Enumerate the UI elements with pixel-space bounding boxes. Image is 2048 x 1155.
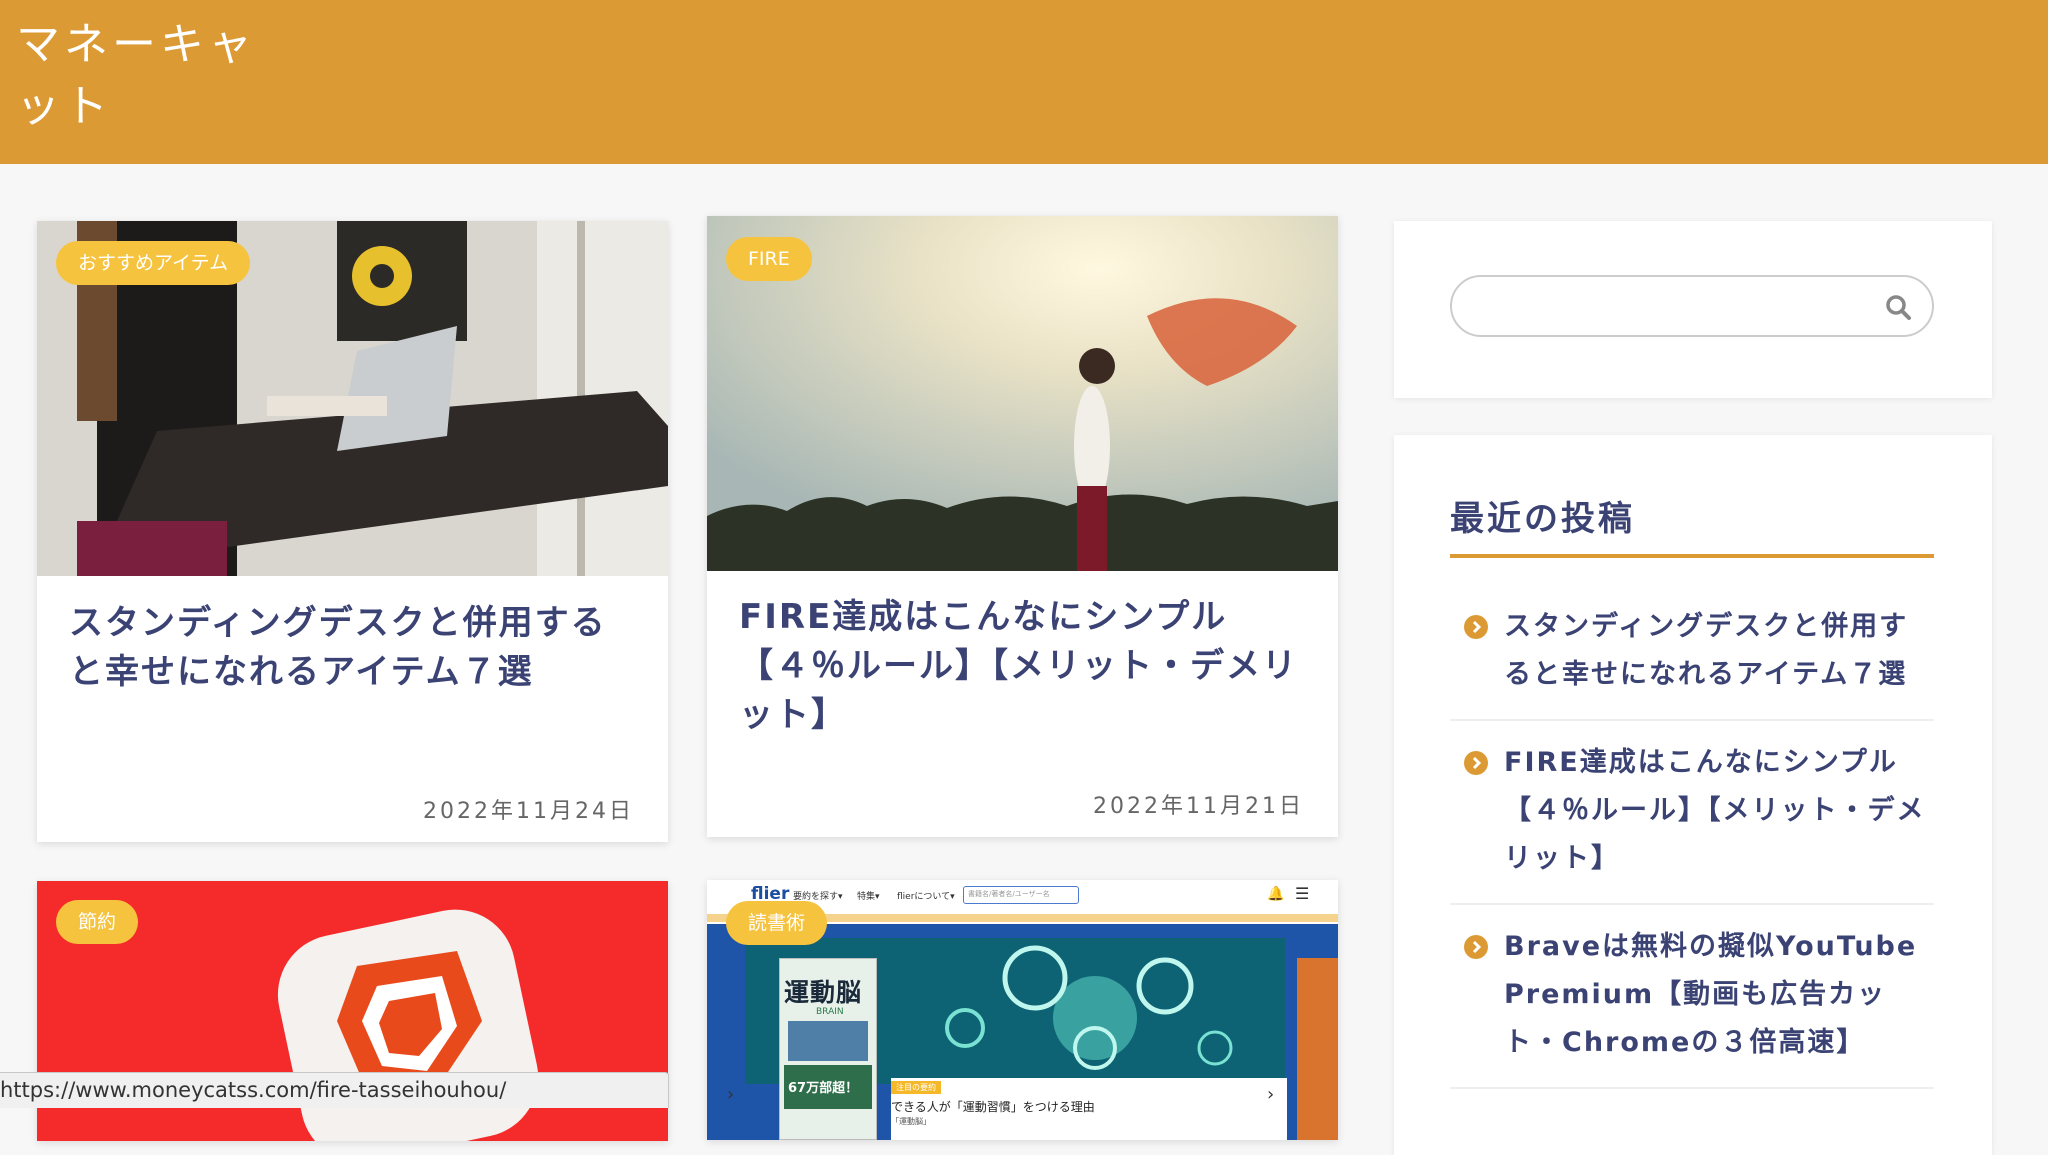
nav-item: flierについて▾: [897, 892, 955, 902]
search-icon[interactable]: [1884, 293, 1912, 321]
category-badge[interactable]: おすすめアイテム: [56, 241, 251, 285]
carousel-next-icon: ›: [1267, 1084, 1275, 1105]
post-title[interactable]: FIRE達成はこんなにシンプル【４％ルール】【メリット・デメリット】: [739, 593, 1310, 740]
category-badge[interactable]: FIRE: [726, 237, 812, 281]
post-date: 2022年11月21日: [1093, 794, 1304, 819]
post-card[interactable]: FIRE FIRE達成はこんなにシンプル【４％ルール】【メリット・デメリット】 …: [707, 216, 1338, 837]
recent-post-link[interactable]: スタンディングデスクと併用すると幸せになれるアイテム７選: [1504, 603, 1934, 699]
caption-sub: 「運動脳」: [891, 1117, 931, 1126]
post-title[interactable]: スタンディングデスクと併用すると幸せになれるアイテム７選: [69, 599, 640, 697]
caption-tag: 注目の要約: [891, 1081, 941, 1094]
recent-posts-list: スタンディングデスクと併用すると幸せになれるアイテム７選 FIRE達成はこんなに…: [1450, 585, 1934, 1089]
book-cover: 運動脳 BRAIN 67万部超！: [779, 958, 877, 1140]
list-item: Braveは無料の擬似YouTube Premium【動画も広告カット・Chro…: [1450, 905, 1934, 1089]
chevron-right-icon: [1464, 751, 1488, 775]
status-bar-url: https://www.moneycatss.com/fire-tasseiho…: [0, 1072, 669, 1108]
site-title[interactable]: マネーキャット: [16, 14, 296, 138]
list-item: スタンディングデスクと併用すると幸せになれるアイテム７選: [1450, 585, 1934, 721]
recent-posts-widget: 最近の投稿 スタンディングデスクと併用すると幸せになれるアイテム７選 FIRE達…: [1394, 435, 1992, 1155]
nav-item: 特集▾: [857, 892, 880, 902]
list-item: FIRE達成はこんなにシンプル【４％ルール】【メリット・デメリット】: [1450, 721, 1934, 905]
recent-post-link[interactable]: Braveは無料の擬似YouTube Premium【動画も広告カット・Chro…: [1504, 923, 1934, 1067]
chevron-right-icon: [1464, 615, 1488, 639]
category-badge[interactable]: 節約: [56, 900, 139, 944]
carousel-prev-icon: ›: [727, 1084, 735, 1105]
post-card[interactable]: おすすめアイテム スタンディングデスクと併用すると幸せになれるアイテム７選 20…: [37, 221, 668, 842]
menu-icon: ☰: [1295, 884, 1310, 903]
site-header: マネーキャット: [0, 0, 2048, 164]
search-widget: [1394, 221, 1992, 398]
chevron-right-icon: [1464, 935, 1488, 959]
search-input[interactable]: [1470, 285, 1874, 327]
post-card[interactable]: flier 要約を探す▾ 特集▾ flierについて▾ 書籍名/著者名/ユーザー…: [707, 880, 1338, 1140]
bell-icon: 🔔: [1267, 886, 1285, 902]
category-badge[interactable]: 読書術: [726, 901, 828, 945]
post-date: 2022年11月24日: [423, 799, 634, 824]
screenshot-search: 書籍名/著者名/ユーザー名: [963, 886, 1079, 904]
widget-title: 最近の投稿: [1450, 491, 1934, 558]
search-box[interactable]: [1450, 275, 1934, 337]
recent-post-link[interactable]: FIRE達成はこんなにシンプル【４％ルール】【メリット・デメリット】: [1504, 739, 1934, 883]
